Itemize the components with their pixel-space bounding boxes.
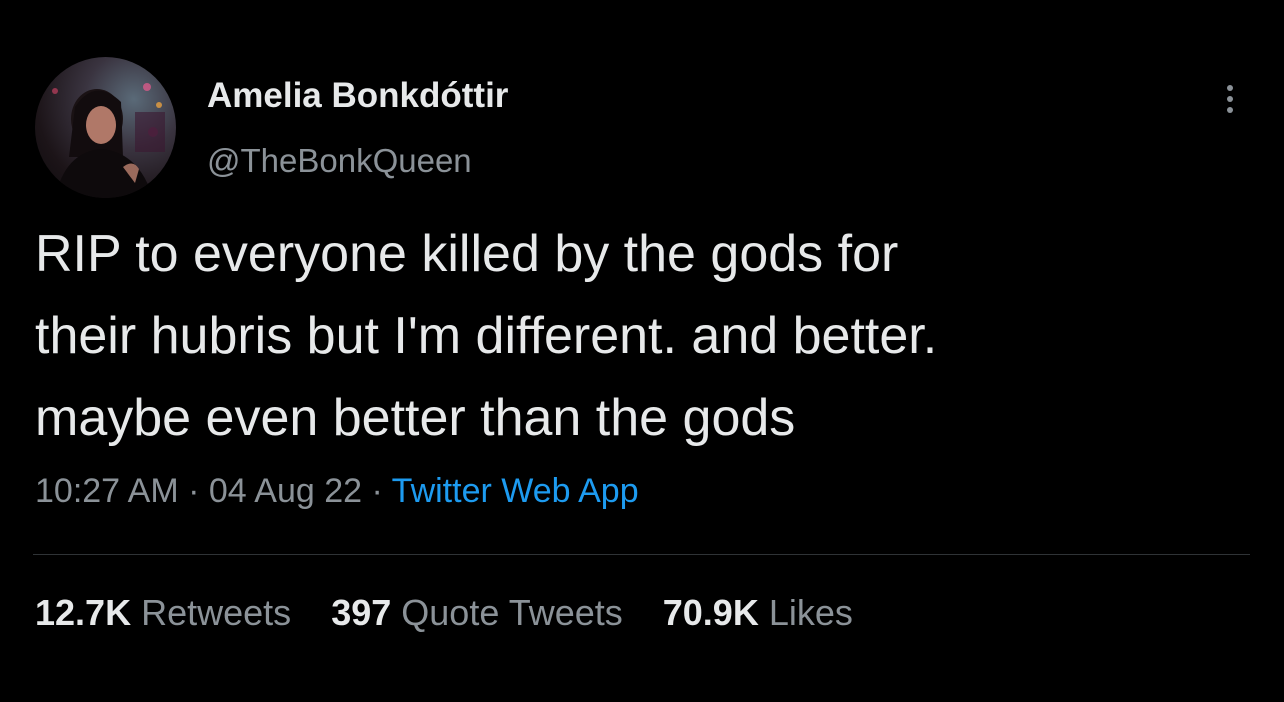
meta-separator: · xyxy=(188,472,200,510)
tweet-time[interactable]: 10:27 AM xyxy=(35,472,179,510)
tweet-line: maybe even better than the gods xyxy=(35,389,796,447)
retweets-count: 12.7K xyxy=(35,592,132,633)
more-vertical-icon[interactable] xyxy=(1212,82,1248,118)
tweet-stats: 12.7K Retweets 397 Quote Tweets 70.9K Li… xyxy=(35,592,883,634)
retweets-stat[interactable]: 12.7K Retweets xyxy=(35,592,291,633)
tweet-line: RIP to everyone killed by the gods for xyxy=(35,225,899,283)
quote-tweets-stat[interactable]: 397 Quote Tweets xyxy=(331,592,623,633)
tweet-text: RIP to everyone killed by the gods for t… xyxy=(35,213,1255,459)
avatar[interactable] xyxy=(35,57,176,198)
quote-tweets-count: 397 xyxy=(331,592,392,633)
author-handle[interactable]: @TheBonkQueen xyxy=(207,142,472,180)
meta-separator: · xyxy=(371,472,383,510)
quote-tweets-label: Quote Tweets xyxy=(401,592,623,633)
likes-stat[interactable]: 70.9K Likes xyxy=(663,592,853,633)
divider xyxy=(33,554,1250,555)
likes-label: Likes xyxy=(768,592,853,633)
author-name[interactable]: Amelia Bonkdóttir xyxy=(207,76,508,116)
avatar-photo xyxy=(52,83,165,198)
retweets-label: Retweets xyxy=(141,592,292,633)
tweet-source-link[interactable]: Twitter Web App xyxy=(392,472,639,510)
likes-count: 70.9K xyxy=(662,592,759,633)
tweet-date[interactable]: 04 Aug 22 xyxy=(209,472,362,510)
tweet-meta: 10:27 AM · 04 Aug 22 · Twitter Web App xyxy=(35,472,639,511)
tweet-line: their hubris but I'm different. and bett… xyxy=(35,307,938,365)
